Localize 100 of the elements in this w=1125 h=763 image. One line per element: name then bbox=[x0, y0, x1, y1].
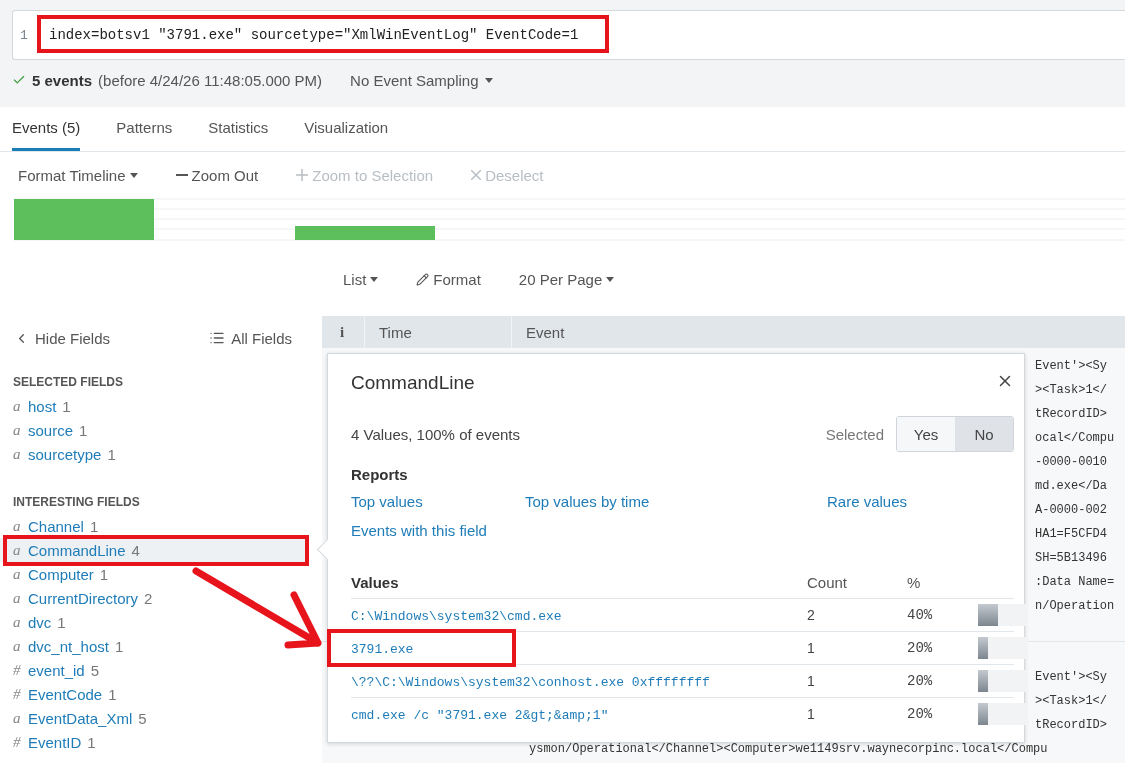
value-count: 1 bbox=[807, 640, 816, 656]
value-link[interactable]: cmd.exe /c "3791.exe 2&gt;&amp;1" bbox=[351, 708, 609, 723]
minus-icon bbox=[175, 174, 188, 176]
field-row[interactable]: a Channel 1 bbox=[0, 514, 308, 538]
field-row[interactable]: a CurrentDirectory 2 bbox=[0, 586, 308, 610]
field-row[interactable]: a dvc 1 bbox=[0, 610, 308, 634]
search-field[interactable]: 1 index=botsv1 "3791.exe" sourcetype="XmlWinEventLog" EventCode=1 bbox=[12, 10, 1125, 60]
check-icon bbox=[12, 73, 26, 87]
event-text: A-0000-002 bbox=[1035, 502, 1107, 519]
view-button[interactable]: 20 Per Page bbox=[518, 270, 615, 288]
event-text: SH=5B13496 bbox=[1035, 550, 1107, 567]
events-link[interactable]: Events with this field bbox=[351, 522, 487, 539]
summary-text: 4 Values, 100% of events bbox=[351, 425, 520, 443]
field-row[interactable]: a Computer 1 bbox=[0, 562, 308, 586]
field-count: 1 bbox=[79, 421, 88, 439]
tab[interactable]: Events (5) bbox=[12, 107, 81, 151]
all-fields-button[interactable]: All Fields bbox=[209, 329, 292, 347]
field-row[interactable]: a EventData_Xml 5 bbox=[0, 706, 308, 730]
field-type: a bbox=[13, 445, 22, 463]
value-link[interactable]: \??\C:\Windows\system32\conhost.exe 0xffffffff bbox=[351, 675, 710, 690]
value-percent: 20% bbox=[907, 673, 934, 689]
tab[interactable]: Visualization bbox=[304, 107, 389, 151]
field-name: EventCode bbox=[28, 685, 103, 703]
line-number: 1 bbox=[19, 27, 29, 43]
value-count: 1 bbox=[807, 673, 816, 689]
field-name: EventData_Xml bbox=[28, 709, 133, 727]
column-header: i bbox=[322, 316, 365, 348]
field-type: a bbox=[13, 565, 22, 583]
field-type: a bbox=[13, 517, 22, 535]
field-type: a bbox=[13, 421, 22, 439]
field-count: 1 bbox=[114, 637, 124, 655]
field-name: source bbox=[28, 421, 74, 439]
field-name: CurrentDirectory bbox=[28, 589, 139, 607]
event-text: ><Task>1</ bbox=[1035, 382, 1107, 399]
field-name: dvc bbox=[28, 613, 52, 631]
report-link[interactable]: Top values bbox=[351, 493, 423, 510]
hide-fields-button[interactable]: Hide Fields bbox=[14, 329, 111, 347]
value-percent: 40% bbox=[907, 607, 934, 623]
caret-icon bbox=[484, 77, 493, 83]
field-row[interactable]: a source 1 bbox=[0, 418, 308, 442]
field-row[interactable]: # EventCode 1 bbox=[0, 682, 308, 706]
query-text: index=botsv1 "3791.exe" sourcetype="XmlWinEventLog" EventCode=1 bbox=[48, 27, 579, 43]
field-type: a bbox=[13, 397, 22, 415]
field-type: a bbox=[13, 613, 22, 631]
field-row[interactable]: a dvc_nt_host 1 bbox=[0, 634, 308, 658]
close-icon bbox=[471, 170, 482, 180]
field-type: a bbox=[13, 709, 22, 727]
field-name: dvc_nt_host bbox=[28, 637, 109, 655]
field-row[interactable]: # event_id 5 bbox=[0, 658, 308, 682]
event-text: n/Operation bbox=[1035, 598, 1115, 615]
section-title: SELECTED FIELDS bbox=[12, 374, 124, 391]
field-row[interactable]: # EventID 1 bbox=[0, 730, 308, 754]
event-text: :Data Name= bbox=[1035, 574, 1115, 591]
field-type: # bbox=[13, 733, 22, 751]
field-count: 5 bbox=[138, 709, 147, 727]
value-link[interactable]: C:\Windows\system32\cmd.exe bbox=[351, 609, 562, 624]
field-count: 5 bbox=[90, 661, 100, 679]
list-icon bbox=[209, 330, 226, 346]
tab[interactable]: Patterns bbox=[116, 107, 173, 151]
column-header: % bbox=[907, 573, 922, 591]
column-header: Event bbox=[525, 322, 565, 343]
value-count: 1 bbox=[807, 706, 816, 722]
value-percent: 20% bbox=[907, 640, 934, 656]
value-percent: 20% bbox=[907, 706, 934, 722]
event-text: HA1=F5CFD4 bbox=[1035, 526, 1107, 543]
field-type: a bbox=[13, 589, 22, 607]
field-name: event_id bbox=[28, 661, 85, 679]
field-row[interactable]: a host 1 bbox=[0, 394, 308, 418]
reports-title: Reports bbox=[351, 466, 409, 483]
view-button[interactable]: Format bbox=[416, 270, 481, 288]
field-count: 1 bbox=[57, 613, 66, 631]
field-type: # bbox=[13, 685, 22, 703]
event-text: ocal</Compu bbox=[1035, 430, 1115, 447]
field-row[interactable]: a CommandLine 4 bbox=[0, 538, 308, 562]
sampling-dropdown[interactable]: No Event Sampling bbox=[350, 71, 493, 89]
toggle-button[interactable]: Yes bbox=[897, 417, 955, 451]
field-name: Channel bbox=[28, 517, 84, 535]
tab[interactable]: Statistics bbox=[208, 107, 269, 151]
field-count: 2 bbox=[144, 589, 153, 607]
event-text: ><Task>1</ bbox=[1035, 693, 1107, 710]
field-count: 1 bbox=[89, 517, 99, 535]
toggle-button[interactable]: No bbox=[955, 417, 1013, 451]
pencil-icon bbox=[416, 272, 430, 286]
value-link[interactable]: 3791.exe bbox=[351, 642, 414, 657]
event-text: -0000-0010 bbox=[1035, 454, 1107, 471]
event-text: tRecordID> bbox=[1035, 717, 1107, 734]
event-text: tRecordID> bbox=[1035, 406, 1107, 423]
report-link[interactable]: Rare values bbox=[827, 493, 908, 510]
field-row[interactable]: a sourcetype 1 bbox=[0, 442, 308, 466]
timeline-button[interactable]: Format Timeline bbox=[18, 166, 138, 184]
timeline-button[interactable]: Zoom Out bbox=[175, 166, 259, 184]
view-button[interactable]: List bbox=[343, 270, 379, 288]
report-link[interactable]: Top values by time bbox=[525, 493, 650, 510]
event-text: Event'><Sy bbox=[1035, 358, 1107, 375]
popup-title: CommandLine bbox=[351, 372, 475, 395]
column-header: Count bbox=[807, 573, 849, 591]
field-name: Computer bbox=[28, 565, 94, 583]
field-name: EventID bbox=[28, 733, 82, 751]
field-count: 1 bbox=[107, 445, 116, 463]
caret-icon bbox=[606, 276, 615, 282]
